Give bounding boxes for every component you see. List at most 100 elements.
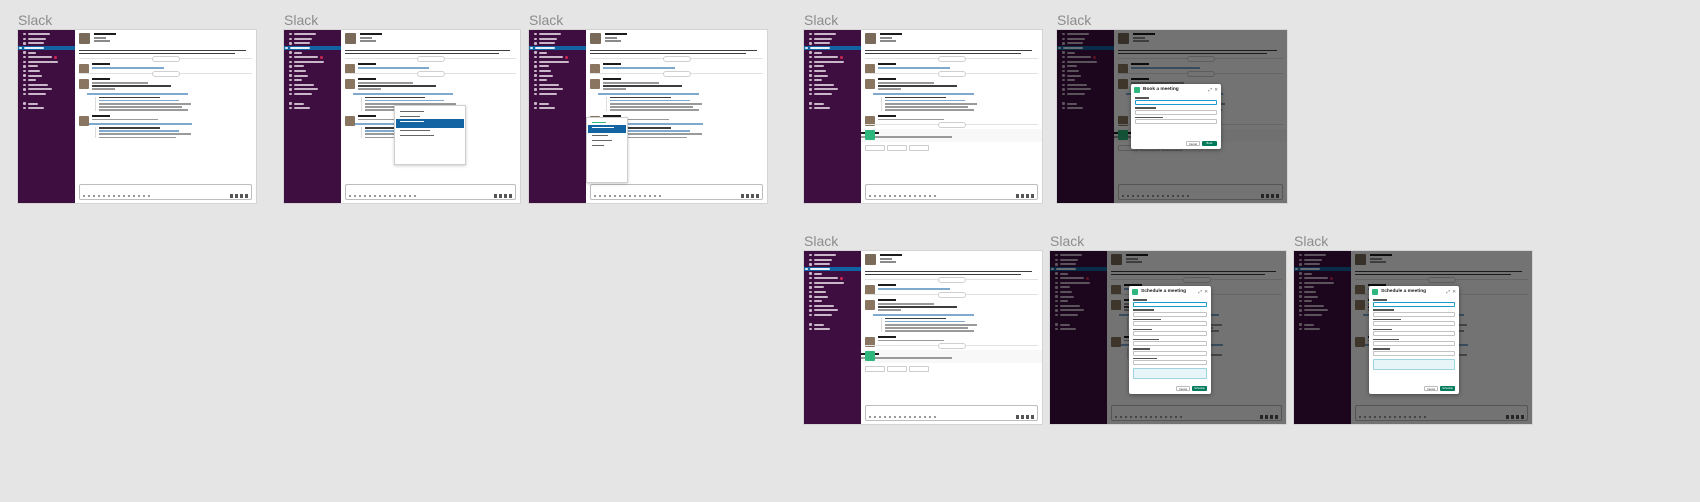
close-icon[interactable]: ✕: [1204, 289, 1208, 295]
date-divider: [865, 343, 1038, 350]
form-field[interactable]: [1133, 350, 1207, 356]
message-composer[interactable]: [590, 184, 763, 200]
channel-icon: [809, 83, 812, 87]
channel-icon: [23, 102, 26, 105]
sidebar-item[interactable]: [533, 92, 582, 97]
submit-button[interactable]: Book: [1202, 140, 1217, 146]
avatar: [79, 78, 89, 89]
message: [586, 63, 767, 75]
workspace-sidebar: [18, 30, 75, 203]
action-button[interactable]: [865, 144, 885, 151]
expand-icon[interactable]: ⤢: [1198, 289, 1202, 294]
sidebar-item[interactable]: [808, 327, 857, 332]
formatting-toolbar[interactable]: [869, 416, 939, 418]
channel-icon: [809, 309, 812, 312]
expand-icon[interactable]: ⤢: [1446, 289, 1450, 294]
channel-icon: [809, 323, 812, 326]
form-field[interactable]: [1373, 311, 1455, 317]
formatting-toolbar[interactable]: [83, 195, 153, 197]
form-field[interactable]: [1133, 321, 1207, 327]
sidebar-item[interactable]: [288, 92, 337, 97]
message: [861, 114, 1042, 126]
channel-icon: [285, 46, 288, 50]
action-button[interactable]: [865, 365, 885, 372]
channel-icon: [23, 65, 26, 68]
sidebar-item[interactable]: [808, 313, 857, 318]
form-field[interactable]: [1135, 109, 1217, 115]
cancel-button[interactable]: Cancel: [1424, 385, 1438, 391]
channel-icon: [23, 60, 26, 64]
channel-icon: [809, 37, 812, 41]
action-button[interactable]: [887, 365, 907, 372]
unread-badge: [565, 55, 568, 59]
action-button[interactable]: [887, 144, 907, 151]
form-field[interactable]: [1373, 331, 1455, 337]
sidebar-item[interactable]: [22, 106, 71, 111]
channel-icon: [809, 51, 812, 54]
channel-icon: [534, 33, 537, 36]
channel-icon: [23, 79, 26, 82]
form-field[interactable]: [1133, 301, 1207, 307]
form-field[interactable]: [1373, 350, 1455, 356]
frame-label: Slack: [18, 12, 53, 28]
message-composer[interactable]: [865, 405, 1038, 421]
avatar: [590, 33, 601, 44]
message-composer[interactable]: [79, 184, 252, 200]
close-icon[interactable]: ✕: [1214, 87, 1218, 93]
sidebar-item[interactable]: [808, 106, 857, 111]
form-field[interactable]: [1135, 119, 1217, 125]
form-field[interactable]: [1373, 340, 1455, 346]
send-controls[interactable]: [230, 194, 248, 198]
channel-icon: [809, 258, 812, 262]
channel-header: [75, 30, 256, 48]
formatting-toolbar[interactable]: [594, 195, 664, 197]
channel-icon: [23, 56, 26, 59]
frame-label: Slack: [1050, 233, 1085, 249]
sidebar-item[interactable]: [22, 92, 71, 97]
form-field[interactable]: [1133, 360, 1207, 366]
channel-icon: [809, 102, 812, 105]
send-controls[interactable]: [1016, 415, 1034, 419]
close-icon[interactable]: ✕: [1452, 289, 1456, 295]
action-button[interactable]: [909, 144, 929, 151]
channel-header: [861, 251, 1042, 269]
message-composer[interactable]: [865, 184, 1038, 200]
form-field[interactable]: [1135, 99, 1217, 105]
expand-icon[interactable]: ⤢: [1208, 87, 1212, 92]
send-controls[interactable]: [741, 194, 759, 198]
channel-icon: [534, 42, 537, 45]
date-divider: [865, 56, 1038, 63]
menu-item[interactable]: [396, 133, 464, 138]
submit-button[interactable]: Schedule: [1440, 385, 1455, 391]
cancel-button[interactable]: Cancel: [1186, 140, 1200, 146]
frame-label: Slack: [804, 12, 839, 28]
send-controls[interactable]: [1016, 194, 1034, 198]
channel-icon: [530, 46, 533, 50]
workspace-sidebar: [284, 30, 341, 203]
sidebar-item[interactable]: [533, 106, 582, 111]
menu-item[interactable]: [588, 143, 626, 148]
sidebar-item[interactable]: [808, 92, 857, 97]
form-field[interactable]: [1133, 331, 1207, 337]
channel-icon: [534, 69, 537, 73]
slack-frame-schedule-meeting-2: VAiVAiSchedule a meeting⤢✕CancelSchedule: [1294, 251, 1532, 424]
formatting-toolbar[interactable]: [349, 195, 419, 197]
date-divider: [590, 70, 763, 77]
message-composer[interactable]: [345, 184, 516, 200]
menu-item-selected[interactable]: [396, 119, 464, 128]
sidebar-item[interactable]: [288, 106, 337, 111]
form-field[interactable]: [1133, 311, 1207, 317]
cancel-button[interactable]: Cancel: [1176, 385, 1190, 391]
form-field[interactable]: [1133, 340, 1207, 346]
channel-icon: [23, 92, 26, 96]
date-divider: [345, 70, 516, 77]
form-field[interactable]: [1373, 321, 1455, 327]
bot-message: [861, 129, 1042, 142]
formatting-toolbar[interactable]: [869, 195, 939, 197]
send-controls[interactable]: [494, 194, 512, 198]
menu-item-selected[interactable]: [588, 125, 626, 133]
action-button[interactable]: [909, 365, 929, 372]
submit-button[interactable]: Schedule: [1192, 385, 1207, 391]
channel-icon: [809, 286, 812, 289]
form-field[interactable]: [1373, 301, 1455, 307]
